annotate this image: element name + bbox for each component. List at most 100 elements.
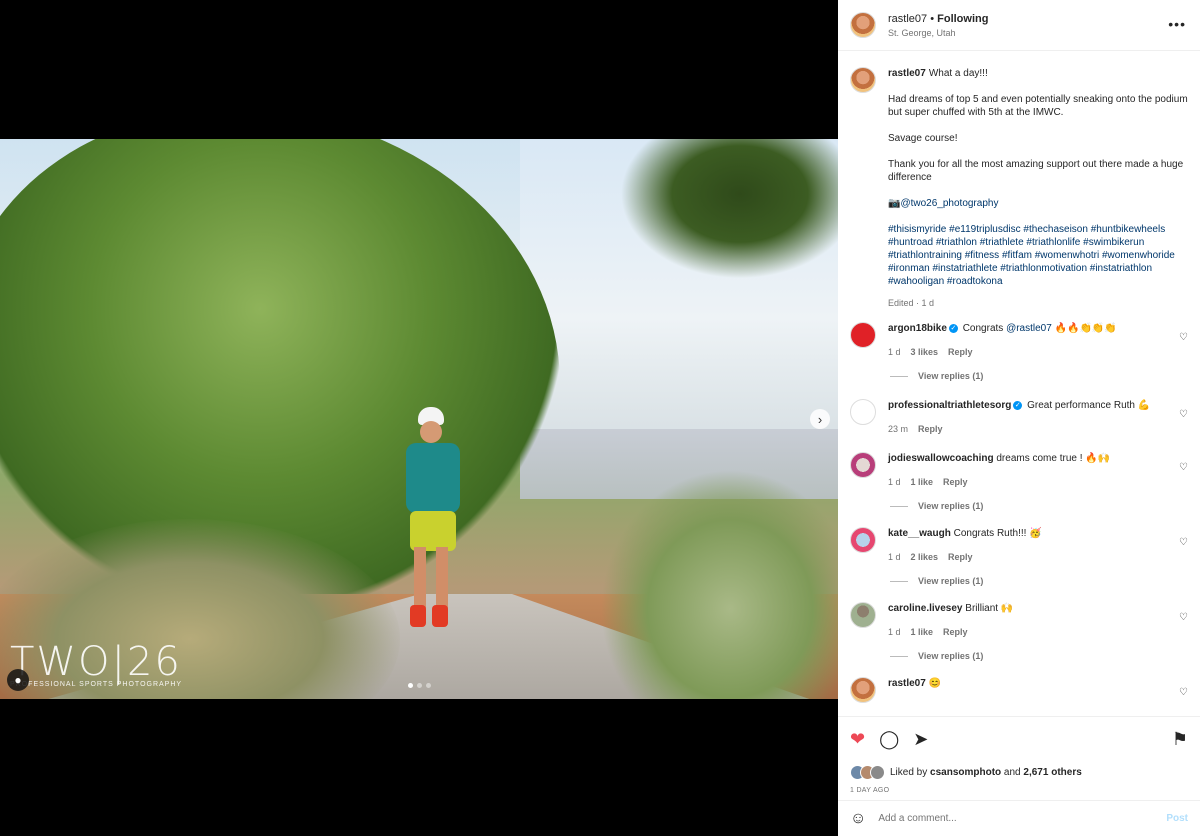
post-panel: rastle07 • Following St. George, Utah ••… xyxy=(838,0,1200,836)
reply-button[interactable]: Reply xyxy=(943,627,968,637)
comment-like-icon[interactable]: ♡ xyxy=(1179,687,1188,698)
comment-text: Brilliant 🙌 xyxy=(965,603,1014,614)
reply-button[interactable]: Reply xyxy=(948,347,973,357)
share-icon[interactable]: ➤ xyxy=(913,729,928,750)
comment: caroline.livesey Brilliant 🙌 1 d 1 like Re… xyxy=(838,602,1200,639)
caption-para3: Savage course! xyxy=(888,133,958,144)
post-date: 1 DAY AGO xyxy=(850,787,890,794)
comment-input[interactable] xyxy=(876,812,1167,825)
avatar[interactable] xyxy=(850,12,876,38)
view-replies[interactable]: View replies (1) xyxy=(890,651,1200,661)
comment-likes[interactable]: 1 like xyxy=(911,477,934,487)
post-header: rastle07 • Following St. George, Utah ••… xyxy=(838,0,1200,51)
header-separator: • xyxy=(930,12,935,25)
comment-username[interactable]: rastle07 xyxy=(888,678,926,689)
comment: argon18bike ✓ Congrats @rastle07 🔥🔥👏👏👏 1 … xyxy=(838,322,1200,359)
carousel-dot xyxy=(426,683,431,688)
liked-mid: and xyxy=(1001,767,1024,778)
caption: rastle07 What a day!!! Had dreams of top … xyxy=(838,51,1200,310)
post-media: TWO|26 PROFESSIONAL SPORTS PHOTOGRAPHY ●… xyxy=(0,0,838,836)
comment-likes[interactable]: 1 like xyxy=(911,627,934,637)
caption-para4: Thank you for all the most amazing suppo… xyxy=(888,159,1186,183)
next-arrow-icon[interactable]: › xyxy=(810,409,830,429)
user-tag-icon[interactable]: ● xyxy=(7,669,29,691)
emoji-icon[interactable]: ☺ xyxy=(850,810,866,828)
comment-username[interactable]: caroline.livesey xyxy=(888,603,963,614)
avatar[interactable] xyxy=(850,322,876,348)
likes-summary: Liked by csansomphoto and 2,671 others xyxy=(838,751,1200,780)
comment-text: Congrats xyxy=(962,323,1007,334)
comment-username[interactable]: kate__waugh xyxy=(888,528,951,539)
header-username[interactable]: rastle07 xyxy=(888,13,927,25)
comment-like-icon[interactable]: ♡ xyxy=(1179,537,1188,548)
comment-like-icon[interactable]: ♡ xyxy=(1179,612,1188,623)
carousel-dot xyxy=(408,683,413,688)
avatar[interactable] xyxy=(850,452,876,478)
comment-text: Congrats Ruth!!! 🥳 xyxy=(953,528,1042,539)
post-actions: ❤ ◯ ➤ ⚑ Liked by csansomphoto and 2,671 … xyxy=(838,716,1200,794)
comment-likes[interactable]: 2 likes xyxy=(911,552,939,562)
reply-button[interactable]: Reply xyxy=(948,552,973,562)
heart-filled-icon[interactable]: ❤ xyxy=(850,729,865,750)
comment-time: 1 d xyxy=(888,627,901,637)
comment-likes[interactable]: 3 likes xyxy=(911,347,939,357)
caption-hashtags[interactable]: #thisismyride #e119triplusdisc #thechase… xyxy=(888,223,1188,288)
comment-icon[interactable]: ◯ xyxy=(879,729,899,750)
comment-mention[interactable]: @rastle07 xyxy=(1006,323,1052,334)
avatar[interactable] xyxy=(850,677,876,703)
location-link[interactable]: St. George, Utah xyxy=(888,28,988,38)
reply-button[interactable]: Reply xyxy=(918,424,943,434)
comment-username[interactable]: argon18bike xyxy=(888,323,947,334)
comment-like-icon[interactable]: ♡ xyxy=(1179,462,1188,473)
comments-scroll[interactable]: rastle07 What a day!!! Had dreams of top … xyxy=(838,51,1200,716)
post-photo[interactable]: TWO|26 PROFESSIONAL SPORTS PHOTOGRAPHY ●… xyxy=(0,139,838,699)
avatar[interactable] xyxy=(850,399,876,425)
view-replies[interactable]: View replies (1) xyxy=(890,576,1200,586)
liker-avatar xyxy=(870,765,885,780)
verified-icon: ✓ xyxy=(948,323,958,333)
liked-user-link[interactable]: csansomphoto xyxy=(930,767,1001,778)
camera-emoji: 📷 xyxy=(888,198,901,209)
watermark-sub: PROFESSIONAL SPORTS PHOTOGRAPHY xyxy=(10,681,183,688)
avatar[interactable] xyxy=(850,527,876,553)
comment: rastle07 😊 ♡ xyxy=(838,677,1200,703)
comment-text: 😊 xyxy=(928,678,942,689)
comment-time: 1 d xyxy=(888,347,901,357)
liked-others-link[interactable]: 2,671 others xyxy=(1023,767,1081,778)
comment-time: 1 d xyxy=(888,477,901,487)
comment: professionaltriathletesorg ✓ Great perfor… xyxy=(838,399,1200,436)
avatar[interactable] xyxy=(850,602,876,628)
comment-text-end: 🔥🔥👏👏👏 xyxy=(1051,323,1117,334)
caption-para2: Had dreams of top 5 and even potentially… xyxy=(888,94,1191,118)
comment-text: Great performance Ruth 💪 xyxy=(1027,400,1151,411)
view-replies[interactable]: View replies (1) xyxy=(890,501,1200,511)
post-button[interactable]: Post xyxy=(1166,813,1188,824)
comment: jodieswallowcoaching dreams come true ! … xyxy=(838,452,1200,489)
carousel-dot xyxy=(417,683,422,688)
comment-username[interactable]: jodieswallowcoaching xyxy=(888,453,994,464)
bookmark-icon[interactable]: ⚑ xyxy=(1172,729,1188,750)
avatar[interactable] xyxy=(850,67,876,93)
following-button[interactable]: Following xyxy=(937,13,988,25)
comment-like-icon[interactable]: ♡ xyxy=(1179,332,1188,343)
photo-runner xyxy=(398,407,468,647)
caption-line1: What a day!!! xyxy=(928,68,988,79)
view-replies[interactable]: View replies (1) xyxy=(890,371,1200,381)
comment-text: dreams come true ! 🔥🙌 xyxy=(996,453,1111,464)
liked-prefix: Liked by xyxy=(890,767,931,778)
photo-credit-link[interactable]: @two26_photography xyxy=(900,198,998,209)
photo-watermark: TWO|26 PROFESSIONAL SPORTS PHOTOGRAPHY xyxy=(10,639,182,688)
caption-username[interactable]: rastle07 xyxy=(888,68,926,79)
reply-button[interactable]: Reply xyxy=(943,477,968,487)
comment: kate__waugh Congrats Ruth!!! 🥳 1 d 2 like… xyxy=(838,527,1200,564)
comment-time: 1 d xyxy=(888,552,901,562)
caption-meta: Edited · 1 d xyxy=(888,298,935,308)
photo-tree-right xyxy=(600,469,838,699)
comment-username[interactable]: professionaltriathletesorg xyxy=(888,400,1011,411)
more-horizontal-icon[interactable]: ••• xyxy=(1168,16,1186,32)
verified-icon: ✓ xyxy=(1013,400,1023,410)
comment-time: 23 m xyxy=(888,424,909,434)
carousel-dots xyxy=(408,683,431,688)
add-comment-bar: ☺ Post xyxy=(838,800,1200,836)
comment-like-icon[interactable]: ♡ xyxy=(1179,409,1188,420)
